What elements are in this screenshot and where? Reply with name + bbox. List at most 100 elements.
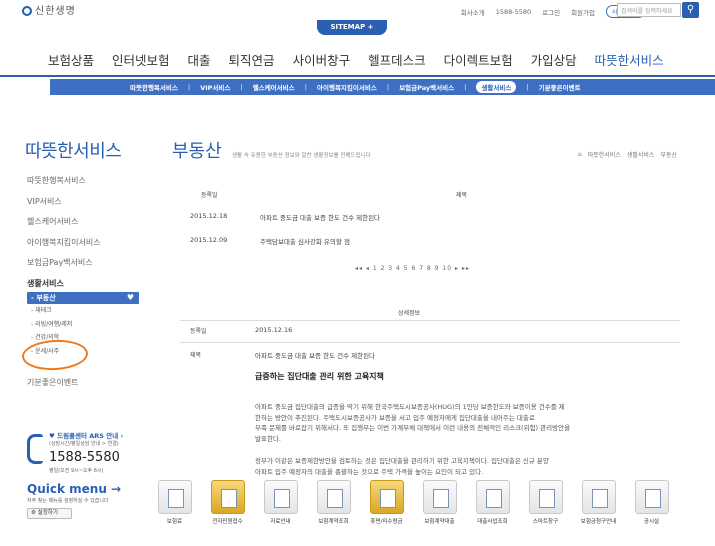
gnb-item[interactable]: 사이버창구 [293,50,351,69]
subnav-item-active[interactable]: 생활서비스 [476,81,517,93]
paragraph-line: 아파트 중도금 집단대출의 급증을 막기 위해 한국주택도시보증공사(HUG)의… [255,403,565,411]
list-title[interactable]: 주택담보대출 심사강화 유의할 점 [260,236,350,246]
list-item[interactable]: 2015.12.18 아파트 중도금 대출 보증 한도 건수 제한된다 [190,212,380,222]
gnb-item-active[interactable]: 따뜻한서비스 [595,50,664,69]
list-title[interactable]: 아파트 중도금 대출 보증 한도 건수 제한된다 [260,212,380,222]
sidebar-subitem[interactable]: - 리빙/여행/레저 [27,318,139,332]
gnb-item[interactable]: 헬프데스크 [368,50,426,69]
subnav-item[interactable]: 따뜻한행복서비스 [130,82,178,92]
loan-icon [422,480,457,514]
list-date: 2015.12.18 [190,212,228,220]
quick-item[interactable]: 스마트창구 [519,480,572,525]
paragraph-line: 정부가 이같은 보증제한방안을 검토하는 것은 집단대출을 관리하기 위한 고육… [255,457,549,465]
gnb-item[interactable]: 인터넷보험 [112,50,170,69]
loan-inquiry-icon [475,480,510,514]
sidebar-subitem[interactable]: - 재테크 [27,304,139,318]
sidebar-subitem-active[interactable]: - 부동산 ♥ [27,292,139,304]
subnav-item[interactable]: VIP서비스 [200,82,230,92]
detail-title-label: 제목 [190,352,202,359]
quick-menu-title: Quick menu → [27,482,122,496]
disclosure-icon [634,480,669,514]
quick-item[interactable]: 전자민원접수 [201,480,254,525]
sidebar-item[interactable]: 헬스케어서비스 [27,216,139,237]
gnb-item[interactable]: 퇴직연금 [229,50,275,69]
gnb-item[interactable]: 보험상품 [48,50,94,69]
util-link-about[interactable]: 회사소개 [461,7,485,17]
gnb-item[interactable]: 다이렉트보험 [444,50,513,69]
article-paragraph: 정부가 이같은 보증제한방안을 검토하는 것은 집단대출을 관리하기 위한 고육… [255,456,675,477]
dormant-money-icon [369,480,404,514]
subnav-item[interactable]: 기분좋은이벤트 [539,82,581,92]
gnb-item[interactable]: 대출 [188,50,211,69]
util-link-login[interactable]: 로그인 [542,7,560,17]
pagination[interactable]: ◂◂ ◂ 1 2 3 4 5 6 7 8 9 10 ▸ ▸▸ [355,265,470,272]
sitemap-tab[interactable]: SITEMAP + [317,20,387,35]
quick-menu-desc: 자주 찾는 메뉴를 설정하실 수 있습니다 [27,498,109,504]
sidebar-item[interactable]: 아이행복지킴이서비스 [27,237,139,258]
paragraph-line: 아파트 입주 예정자의 대출을 총괄하는 것으로 주택 가격을 높이는 요인이 … [255,467,484,476]
quick-item-label: 보험금청구안내 [580,519,617,525]
detail-date-label: 등록일 [190,328,207,335]
call-center-box: ♥ 드림콜센터 ARS 안내 › (상담시간/평일상담 안내 > 연결) 158… [27,430,142,485]
document-icon [263,480,298,514]
quick-item[interactable]: 보험계약조회 [307,480,360,525]
gnb-item[interactable]: 가입상담 [531,50,577,69]
company-logo[interactable]: 신한생명 [22,2,76,17]
subnav-item[interactable]: 아이행복지킴이서비스 [317,82,377,92]
contract-icon [316,480,351,514]
paragraph-line: 발표한다. [255,434,281,443]
divider [180,320,680,321]
breadcrumb-item[interactable]: 따뜻한서비스 [588,150,621,159]
callcenter-title: ♥ 드림콜센터 ARS 안내 › [49,430,123,440]
sidebar-item[interactable]: 따뜻한행복서비스 [27,175,139,196]
quick-item[interactable]: 대출사업조회 [466,480,519,525]
breadcrumb-item[interactable]: 생활서비스 [627,150,655,159]
quick-item[interactable]: 공시실 [625,480,678,525]
quick-item[interactable]: 휴면/미수령금 [360,480,413,525]
ars-link[interactable]: ARS 안내 › [89,432,123,440]
search-input[interactable]: 검색어를 입력하세요 [617,3,681,17]
subnav-item[interactable]: 헬스케어서비스 [253,82,295,92]
search-button[interactable]: ⚲ [682,2,699,18]
detail-heading: 상세정보 [398,310,421,317]
quick-item[interactable]: 보험료 [148,480,201,525]
subnav-separator: | [526,83,529,91]
sidebar-item-event[interactable]: 기분좋은이벤트 [27,377,79,388]
callcenter-hours: 평일(오전 9시~오후 6시) [49,468,104,474]
subnav-separator: | [187,83,191,91]
quick-menu-icons: 보험료 전자민원접수 자료안내 보험계약조회 휴면/미수령금 보험계약대출 대출… [148,480,678,525]
quick-item-label: 전자민원접수 [212,519,243,525]
top-utility-bar: 신한생명 회사소개 1588-5580 로그인 회원가입 사이트맵 ▾ 검색어를… [0,0,715,22]
subnav-item[interactable]: 보험금Pay백서비스 [399,82,454,92]
quick-item[interactable]: 보험계약대출 [413,480,466,525]
list-head-title: 제목 [456,192,468,199]
complaint-icon [210,480,245,514]
sidebar-item[interactable]: VIP서비스 [27,196,139,217]
subitem-label: - 부동산 [31,294,56,302]
quick-item-label: 보험계약대출 [424,519,455,525]
subnav-separator: | [304,83,307,91]
list-date: 2015.12.09 [190,236,228,244]
sidebar-item[interactable]: 보험금Pay백서비스 [27,257,139,278]
side-title: 따뜻한서비스 [25,141,122,162]
list-item[interactable]: 2015.12.09 주택담보대출 심사강화 유의할 점 [190,236,350,246]
quick-item[interactable]: 자료안내 [254,480,307,525]
quick-menu-setting-button[interactable]: ⚙ 설정하기 [27,508,72,519]
page-title: 부동산 [172,141,222,162]
quick-item-label: 보험료 [166,519,183,525]
phone-icon [27,434,43,464]
premium-icon [157,480,192,514]
page-description: 생활 속 유용한 부동산 정보와 알찬 생활정보를 전해드립니다 [232,153,371,159]
main-navigation: 보험상품 인터넷보험 대출 퇴직연금 사이버창구 헬프데스크 다이렉트보험 가입… [48,50,682,69]
divider [180,342,680,343]
quick-menu-box: Quick menu → 자주 찾는 메뉴를 설정하실 수 있습니다 ⚙ 설정하… [27,482,121,519]
detail-date-value: 2015.12.16 [255,326,293,334]
quick-item-label: 대출사업조회 [477,519,508,525]
quick-item-label: 휴면/미수령금 [370,519,403,525]
util-link-join[interactable]: 회원가입 [571,7,595,17]
smart-window-icon [528,480,563,514]
quick-item[interactable]: 보험금청구안내 [572,480,625,525]
gnb-divider [0,75,715,77]
home-icon[interactable]: ⌂ [578,151,582,158]
util-link-phone[interactable]: 1588-5580 [496,8,531,16]
